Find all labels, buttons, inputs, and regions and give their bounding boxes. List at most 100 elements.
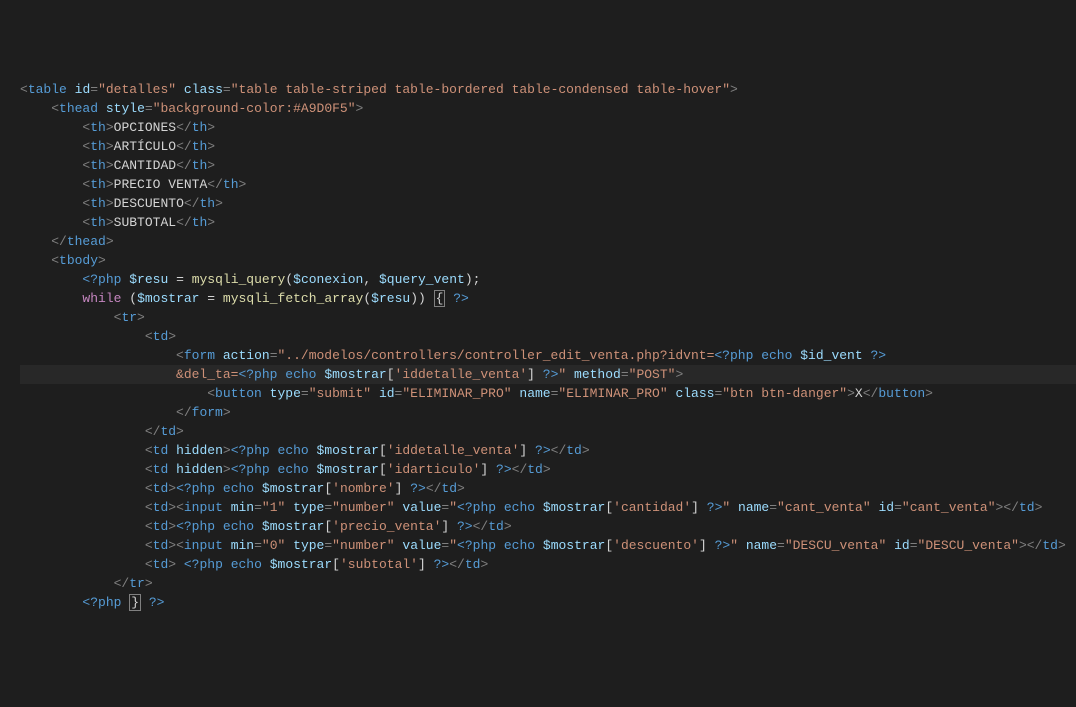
token-text <box>176 557 184 572</box>
token-text <box>426 557 434 572</box>
code-line[interactable]: while ($mostrar = mysqli_fetch_array($re… <box>20 289 1076 308</box>
token-text <box>184 272 192 287</box>
code-line[interactable]: <button type="submit" id="ELIMINAR_PRO" … <box>20 384 1076 403</box>
code-line[interactable]: <th>PRECIO VENTA</th> <box>20 175 1076 194</box>
token-tag-bracket: < <box>145 329 153 344</box>
token-tag-bracket: = <box>769 500 777 515</box>
token-tag-name: th <box>90 158 106 173</box>
token-tag-name: td <box>527 462 543 477</box>
token-tag-bracket: = <box>910 538 918 553</box>
code-line[interactable]: <?php $resu = mysqli_query($conexion, $q… <box>20 270 1076 289</box>
token-text <box>98 101 106 116</box>
code-line[interactable]: <td hidden><?php echo $mostrar['idarticu… <box>20 460 1076 479</box>
code-editor[interactable]: <table id="detalles" class="table table-… <box>20 80 1076 612</box>
token-tag-name: input <box>184 538 223 553</box>
token-tag-bracket: < <box>176 538 184 553</box>
code-line[interactable]: <tbody> <box>20 251 1076 270</box>
token-tag-name: td <box>160 424 176 439</box>
token-tag-name: td <box>465 557 481 572</box>
token-text <box>223 557 231 572</box>
token-text <box>527 443 535 458</box>
token-text: PRECIO VENTA <box>114 177 208 192</box>
token-php-tag: <?php <box>714 348 753 363</box>
token-text <box>20 120 82 135</box>
token-text: OPCIONES <box>114 120 176 135</box>
token-text <box>886 538 894 553</box>
code-line[interactable]: <?php } ?> <box>20 593 1076 612</box>
token-php-var: $resu <box>371 291 410 306</box>
token-text <box>223 538 231 553</box>
token-tag-bracket: > <box>98 253 106 268</box>
token-php-tag: ?> <box>453 291 469 306</box>
token-tag-bracket: > <box>207 215 215 230</box>
code-line[interactable]: </form> <box>20 403 1076 422</box>
code-line[interactable]: &del_ta=<?php echo $mostrar['iddetalle_v… <box>20 365 1076 384</box>
token-php-tag: ?> <box>496 462 512 477</box>
code-line[interactable]: <th>OPCIONES</th> <box>20 118 1076 137</box>
code-line[interactable]: <th>DESCUENTO</th> <box>20 194 1076 213</box>
code-line[interactable]: <tr> <box>20 308 1076 327</box>
code-line[interactable]: <td> <?php echo $mostrar['subtotal'] ?><… <box>20 555 1076 574</box>
token-tag-name: td <box>153 462 169 477</box>
code-line[interactable]: </thead> <box>20 232 1076 251</box>
code-line[interactable]: <td><?php echo $mostrar['nombre'] ?></td… <box>20 479 1076 498</box>
code-line[interactable]: <td><input min="0" type="number" value="… <box>20 536 1076 555</box>
token-tag-bracket: > <box>168 329 176 344</box>
code-line[interactable]: <td hidden><?php echo $mostrar['iddetall… <box>20 441 1076 460</box>
token-attr-value: "detalles" <box>98 82 176 97</box>
token-text <box>223 500 231 515</box>
token-tag-bracket: </ <box>207 177 223 192</box>
token-text <box>20 557 145 572</box>
token-php-op: [ <box>332 557 340 572</box>
token-text <box>285 538 293 553</box>
token-tag-bracket: > <box>106 234 114 249</box>
token-text <box>176 82 184 97</box>
token-tag-bracket: = <box>894 500 902 515</box>
token-text <box>20 272 82 287</box>
token-tag-bracket: = <box>223 82 231 97</box>
token-php-op: ; <box>473 272 481 287</box>
token-tag-bracket: < <box>145 481 153 496</box>
token-text <box>20 253 51 268</box>
token-tag-bracket: > <box>925 386 933 401</box>
token-php-var: $mostrar <box>543 538 605 553</box>
token-tag-bracket: </ <box>1003 500 1019 515</box>
code-line[interactable]: </tr> <box>20 574 1076 593</box>
code-line[interactable]: <td><?php echo $mostrar['precio_venta'] … <box>20 517 1076 536</box>
token-attr-value: "table table-striped table-bordered tabl… <box>231 82 730 97</box>
token-php-tag: ?> <box>543 367 559 382</box>
token-php-op: [ <box>324 519 332 534</box>
token-text <box>535 538 543 553</box>
token-text <box>20 158 82 173</box>
token-tag-name: td <box>153 519 169 534</box>
token-attr-value: "background-color:#A9D0F5" <box>153 101 356 116</box>
code-line[interactable]: <th>ARTÍCULO</th> <box>20 137 1076 156</box>
token-tag-bracket: = <box>90 82 98 97</box>
token-tag-name: form <box>192 405 223 420</box>
code-line[interactable]: <td><input min="1" type="number" value="… <box>20 498 1076 517</box>
token-php-op: [ <box>605 500 613 515</box>
code-line[interactable]: <thead style="background-color:#A9D0F5"> <box>20 99 1076 118</box>
token-php-var: $query_vent <box>379 272 465 287</box>
token-php-tag: <?php <box>457 538 496 553</box>
code-line[interactable]: <th>SUBTOTAL</th> <box>20 213 1076 232</box>
token-attr-name: action <box>223 348 270 363</box>
code-line[interactable]: <form action="../modelos/controllers/con… <box>20 346 1076 365</box>
code-line[interactable]: <th>CANTIDAD</th> <box>20 156 1076 175</box>
token-php-op: ( <box>129 291 137 306</box>
token-tag-bracket: </ <box>512 462 528 477</box>
code-line[interactable]: <td> <box>20 327 1076 346</box>
token-text <box>20 215 82 230</box>
token-tag-bracket: </ <box>176 215 192 230</box>
token-tag-name: thead <box>59 101 98 116</box>
code-line[interactable]: <table id="detalles" class="table table-… <box>20 80 1076 99</box>
token-tag-name: td <box>153 481 169 496</box>
token-tag-name: th <box>90 120 106 135</box>
token-tag-bracket: </ <box>51 234 67 249</box>
code-line[interactable]: </td> <box>20 422 1076 441</box>
token-text <box>20 443 145 458</box>
token-php-tag: ?> <box>149 595 165 610</box>
token-php-kw2: echo <box>504 500 535 515</box>
token-attr-name: id <box>878 500 894 515</box>
token-php-op: ] <box>699 538 707 553</box>
